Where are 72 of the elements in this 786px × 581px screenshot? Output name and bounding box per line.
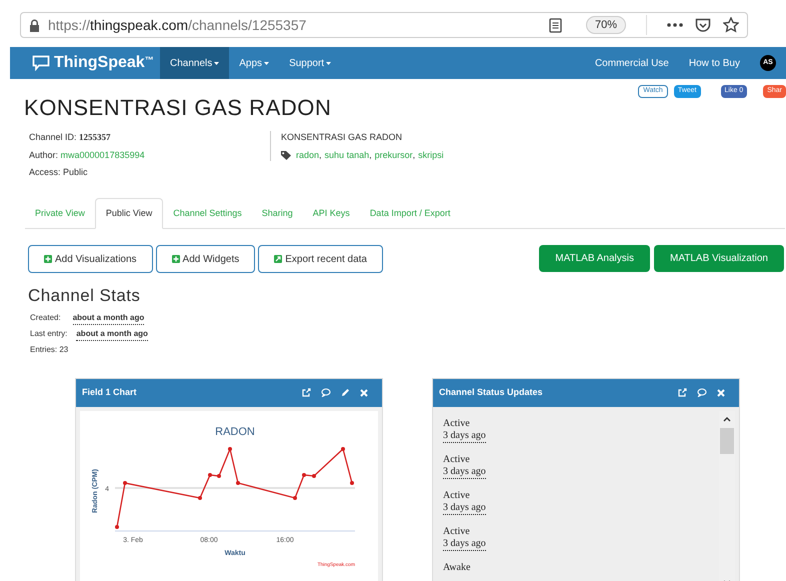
panel-title: Field 1 Chart xyxy=(82,386,137,399)
status-time: 3 days ago xyxy=(443,502,486,514)
nav-link[interactable]: How to Buy xyxy=(688,56,740,70)
status-time: 3 days ago xyxy=(443,538,486,550)
tab[interactable]: Private View xyxy=(25,198,95,229)
pocket-icon[interactable] xyxy=(695,18,711,32)
nav-link[interactable]: Commercial Use xyxy=(594,56,669,70)
section-heading: Channel Stats xyxy=(28,285,142,307)
more-icon[interactable] xyxy=(667,23,683,27)
matlab-button[interactable]: MATLAB Analysis xyxy=(539,245,650,272)
pencil-icon[interactable] xyxy=(341,388,350,397)
scrollbar-thumb[interactable] xyxy=(720,428,734,454)
status-text: Awake xyxy=(443,562,470,574)
channel-title: KONSENTRASI GAS RADON xyxy=(24,94,332,122)
caret-icon xyxy=(214,62,220,64)
plus-icon xyxy=(44,255,52,263)
stat-value: about a month ago xyxy=(76,328,148,340)
access-text: Access: Public xyxy=(29,166,89,179)
status-time: 3 days ago xyxy=(443,430,486,442)
tag-link[interactable]: radon xyxy=(296,148,320,162)
tag-link[interactable]: skripsi xyxy=(418,148,444,162)
action-button[interactable]: Export recent data xyxy=(258,245,383,273)
tag-separator: , xyxy=(412,148,416,162)
caret-icon xyxy=(326,62,332,64)
nav-menu[interactable]: Channels xyxy=(160,47,230,79)
channel-id: Channel ID: 1255357 xyxy=(29,131,112,144)
speech-bubble-icon xyxy=(32,55,50,71)
channel-description: KONSENTRASI GAS RADON xyxy=(281,131,404,144)
zoom-level-button[interactable]: 70% xyxy=(586,16,626,34)
status-text: Active xyxy=(443,454,470,466)
status-text: Active xyxy=(443,490,470,502)
author-text: Author: mwa0000017835994 xyxy=(29,148,146,162)
action-button[interactable]: Add Visualizations xyxy=(28,245,153,273)
matlab-button[interactable]: MATLAB Visualization xyxy=(654,245,784,272)
entries-count: Entries: 23 xyxy=(30,344,70,356)
tag-separator: , xyxy=(369,148,372,162)
stat-label: Created: xyxy=(30,312,61,324)
bookmark-star-icon[interactable] xyxy=(723,17,739,33)
nav-menu[interactable]: Support xyxy=(279,47,342,79)
export-icon xyxy=(274,255,282,263)
chart-title: RADON xyxy=(215,426,255,438)
tag-link[interactable]: prekursor xyxy=(374,148,413,162)
stat-label: Last entry: xyxy=(30,328,68,340)
url-text: https://thingspeak.com/channels/1255357 xyxy=(48,16,306,35)
tab[interactable]: Public View xyxy=(94,198,164,229)
tab[interactable]: API Keys xyxy=(302,198,360,229)
caret-icon xyxy=(264,62,270,64)
status-time: 3 days ago xyxy=(443,466,486,478)
stat-value: about a month ago xyxy=(72,312,144,324)
address-bar[interactable]: https://thingspeak.com/channels/1255357 70% xyxy=(20,12,748,38)
external-link-icon[interactable] xyxy=(678,388,687,397)
lock-icon xyxy=(29,18,40,32)
tab[interactable]: Channel Settings xyxy=(163,198,252,229)
tag-separator: , xyxy=(319,148,322,162)
close-icon[interactable] xyxy=(717,388,725,396)
comment-icon[interactable] xyxy=(697,388,707,397)
tag-icon xyxy=(281,150,292,160)
plus-icon xyxy=(172,255,180,263)
brand-logo[interactable]: ThingSpeak$^{™}$ xyxy=(54,51,154,75)
close-icon[interactable] xyxy=(360,388,368,396)
status-text: Active xyxy=(443,418,470,430)
reader-view-icon[interactable] xyxy=(548,18,562,32)
status-text: Active xyxy=(443,526,470,538)
nav-menu[interactable]: Apps xyxy=(229,47,280,79)
external-link-icon[interactable] xyxy=(302,388,311,397)
scroll-up-icon[interactable] xyxy=(723,416,731,422)
action-button[interactable]: Add Widgets xyxy=(156,245,256,273)
tab[interactable]: Data Import / Export xyxy=(360,198,460,229)
tab[interactable]: Sharing xyxy=(252,198,303,229)
panel-title: Channel Status Updates xyxy=(439,386,543,399)
comment-icon[interactable] xyxy=(321,388,331,397)
tag-link[interactable]: suhu tanah xyxy=(324,148,370,162)
